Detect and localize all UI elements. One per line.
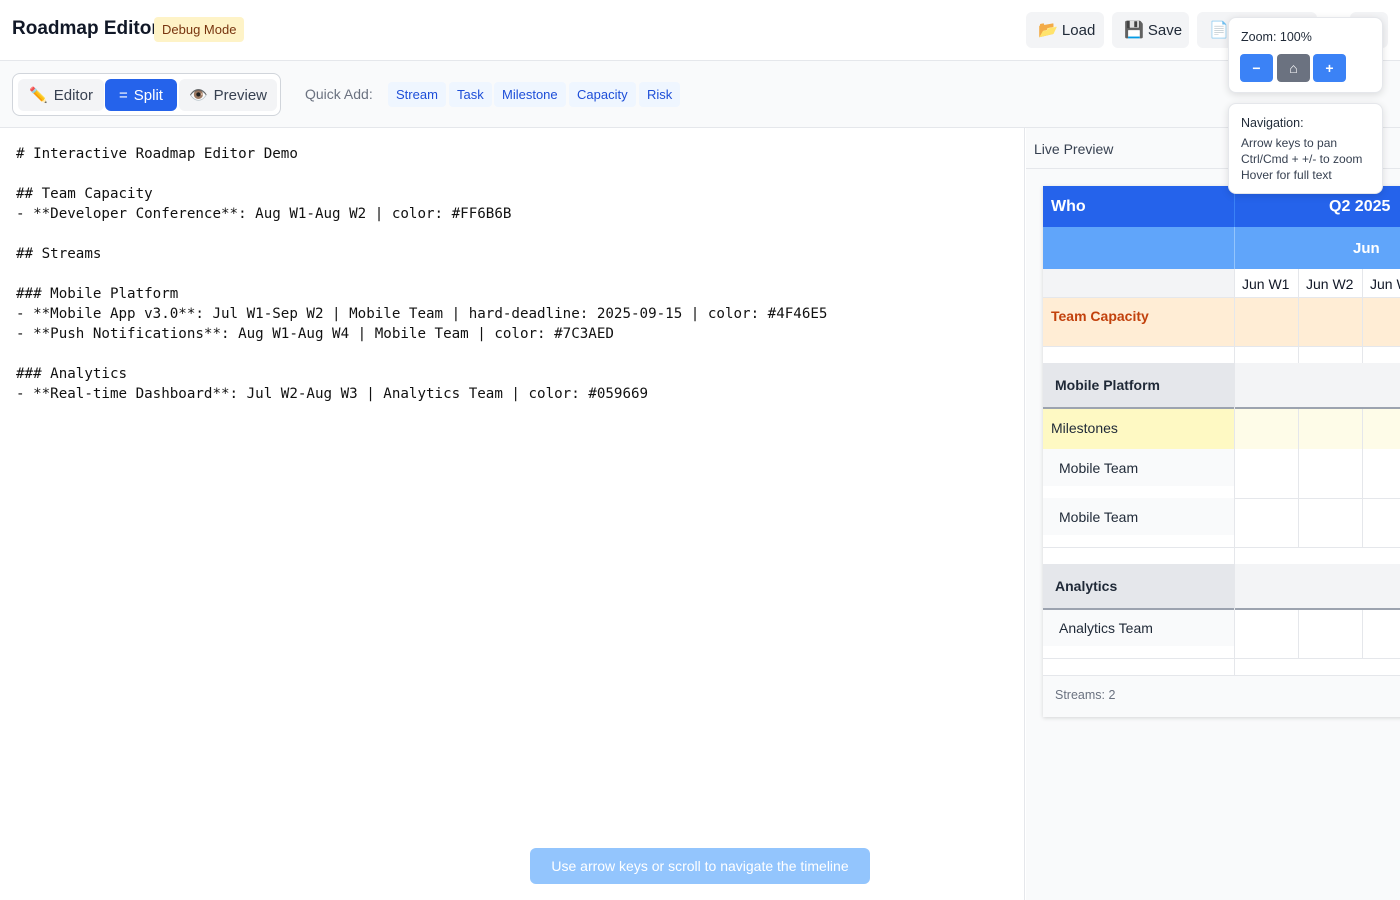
split-mode-label: Split (133, 86, 163, 104)
grid-line (1298, 610, 1299, 658)
toolbar: ✏️ Editor = Split 👁️ Preview Quick Add: … (0, 61, 1400, 128)
quick-add-label: Quick Add: (305, 86, 373, 102)
navigation-title: Navigation: (1241, 116, 1304, 130)
who-header: Who (1043, 186, 1234, 227)
grid-line (1362, 610, 1363, 658)
quick-add-stream-button[interactable]: Stream (388, 82, 446, 107)
divider (1043, 346, 1400, 347)
save-button[interactable]: 💾 Save (1112, 12, 1189, 48)
quick-add-milestone-button[interactable]: Milestone (494, 82, 566, 107)
team-label: Mobile Team (1059, 509, 1139, 525)
team-label: Mobile Team (1059, 460, 1139, 476)
app-header: Roadmap Editor Debug Mode 📂 Load 💾 Save … (0, 0, 1400, 61)
editor-line: - **Push Notifications**: Aug W1-Aug W4 … (16, 326, 614, 342)
preview-mode-button[interactable]: 👁️ Preview (179, 79, 277, 111)
milestones-label: Milestones (1051, 420, 1118, 436)
roadmap-timeline[interactable]: Who Q2 2025 Jun Jun W1 Jun W2 Jun W3 Tea… (1043, 186, 1400, 717)
grid-line (1362, 409, 1363, 547)
zoom-out-button[interactable]: − (1240, 54, 1273, 82)
stream-analytics[interactable]: Analytics (1055, 578, 1230, 598)
navigation-help-panel: Navigation: Arrow keys to pan Ctrl/Cmd +… (1228, 103, 1383, 194)
editor-line: - **Real-time Dashboard**: Jul W2-Aug W3… (16, 386, 649, 402)
quick-add-risk-button[interactable]: Risk (639, 82, 681, 107)
view-mode-switcher: ✏️ Editor = Split 👁️ Preview (12, 73, 281, 116)
editor-line: # Interactive Roadmap Editor Demo (16, 146, 298, 162)
team-capacity-label: Team Capacity (1051, 308, 1149, 324)
month-header: Jun (1235, 227, 1400, 269)
streams-count: Streams: 2 (1055, 688, 1116, 702)
zoom-reset-home-icon[interactable]: ⌂ (1277, 54, 1310, 82)
eye-icon: 👁️ (188, 87, 208, 104)
navigation-hint: Hover for full text (1241, 168, 1332, 182)
editor-mode-label: Editor (53, 86, 93, 104)
app-title: Roadmap Editor (12, 18, 159, 39)
zoom-in-button[interactable]: + (1313, 54, 1346, 82)
grid-line (1234, 269, 1235, 675)
preview-title: Live Preview (1034, 141, 1114, 157)
pencil-icon: ✏️ (29, 87, 48, 104)
editor-line: ## Team Capacity (16, 186, 153, 202)
navigation-hint: Arrow keys to pan (1241, 136, 1338, 150)
editor-line: - **Mobile App v3.0**: Jul W1-Sep W2 | M… (16, 306, 828, 322)
zoom-panel: Zoom: 100% − ⌂ + (1228, 17, 1383, 93)
divider (1043, 658, 1400, 659)
editor-line: ### Mobile Platform (16, 286, 179, 302)
grid-line (1298, 269, 1299, 363)
divider (1043, 547, 1400, 548)
editor-line: - **Developer Conference**: Aug W1-Aug W… (16, 206, 512, 222)
load-button-label: Load (1061, 21, 1096, 39)
editor-line: ## Streams (16, 246, 102, 262)
folder-icon: 📂 (1038, 22, 1058, 39)
team-label: Analytics Team (1059, 620, 1153, 636)
divider (1234, 227, 1235, 269)
quick-add-capacity-button[interactable]: Capacity (569, 82, 636, 107)
week-header: Jun W2 (1306, 276, 1354, 292)
document-icon: 📄 (1209, 22, 1229, 39)
debug-mode-badge: Debug Mode (154, 17, 245, 42)
week-header-spacer (1043, 269, 1234, 298)
live-preview-panel[interactable]: Live Preview Who Q2 2025 Jun Jun W1 Jun … (1026, 128, 1400, 900)
split-icon: = (119, 86, 128, 104)
editor-line: ### Analytics (16, 366, 128, 382)
navigation-hint: Ctrl/Cmd + +/- to zoom (1241, 152, 1363, 166)
quick-add-task-button[interactable]: Task (449, 82, 492, 107)
week-header: Jun W1 (1242, 276, 1290, 292)
grid-line (1298, 409, 1299, 547)
stream-mobile-platform[interactable]: Mobile Platform (1055, 377, 1230, 397)
floppy-disk-icon: 💾 (1124, 22, 1144, 39)
split-mode-button[interactable]: = Split (105, 79, 177, 111)
grid-line (1362, 269, 1363, 363)
markdown-editor[interactable]: # Interactive Roadmap Editor Demo ## Tea… (0, 128, 1025, 900)
save-button-label: Save (1147, 21, 1183, 39)
divider (1234, 498, 1400, 499)
zoom-level: Zoom: 100% (1241, 30, 1312, 44)
editor-mode-button[interactable]: ✏️ Editor (18, 79, 104, 111)
navigation-hint-toast: Use arrow keys or scroll to navigate the… (530, 848, 870, 884)
load-button[interactable]: 📂 Load (1026, 12, 1104, 48)
month-header-spacer (1043, 227, 1234, 269)
week-header: Jun W3 (1370, 276, 1400, 292)
preview-mode-label: Preview (213, 86, 268, 104)
